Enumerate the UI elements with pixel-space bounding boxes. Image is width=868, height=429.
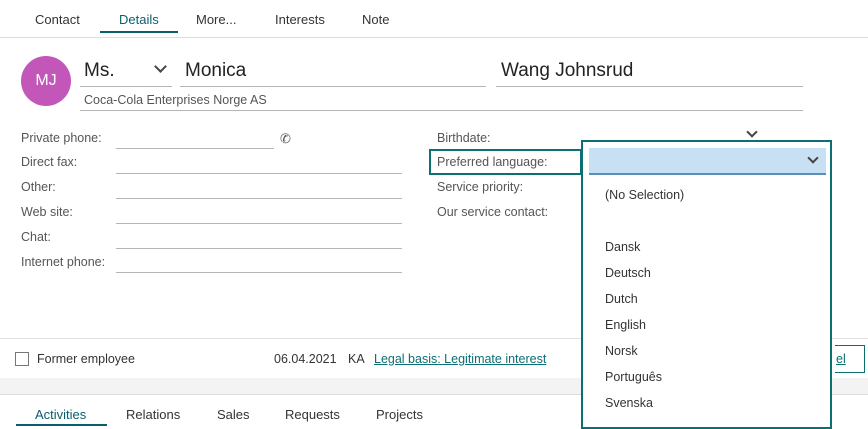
company-underline bbox=[80, 110, 803, 111]
option-dutch[interactable]: Dutch bbox=[605, 292, 638, 306]
salutation-select[interactable]: Ms. bbox=[84, 60, 115, 82]
option-svenska[interactable]: Svenska bbox=[605, 396, 653, 410]
chevron-down-icon[interactable] bbox=[807, 152, 819, 164]
active-bottom-tab-indicator bbox=[16, 424, 107, 426]
tab-relations[interactable]: Relations bbox=[126, 407, 180, 422]
company-link[interactable]: Coca-Cola Enterprises Norge AS bbox=[84, 93, 267, 107]
tab-requests[interactable]: Requests bbox=[285, 407, 340, 422]
web-site-field[interactable] bbox=[116, 223, 402, 224]
other-field[interactable] bbox=[116, 198, 402, 199]
option-deutsch[interactable]: Deutsch bbox=[605, 266, 651, 280]
top-tab-bar: Contact Details More... Interests Note bbox=[0, 0, 868, 38]
option-norsk[interactable]: Norsk bbox=[605, 344, 638, 358]
tab-projects[interactable]: Projects bbox=[376, 407, 423, 422]
our-service-contact-label: Our service contact: bbox=[437, 205, 549, 219]
option-no-selection[interactable]: (No Selection) bbox=[605, 188, 684, 202]
direct-fax-field[interactable] bbox=[116, 173, 402, 174]
option-english[interactable]: English bbox=[605, 318, 646, 332]
tab-sales[interactable]: Sales bbox=[217, 407, 250, 422]
other-label: Other: bbox=[21, 180, 56, 194]
first-name-field[interactable]: Monica bbox=[185, 60, 246, 82]
cancel-button-label: el bbox=[836, 352, 846, 366]
private-phone-field[interactable] bbox=[116, 148, 274, 149]
tab-interests[interactable]: Interests bbox=[275, 12, 325, 27]
salutation-underline bbox=[80, 86, 172, 87]
preferred-language-dropdown: (No Selection) Dansk Deutsch Dutch Engli… bbox=[581, 140, 832, 429]
tab-details[interactable]: Details bbox=[119, 12, 159, 27]
former-employee-label: Former employee bbox=[37, 352, 135, 366]
phone-icon[interactable]: ✆ bbox=[280, 131, 291, 147]
former-employee-checkbox[interactable] bbox=[15, 352, 29, 366]
preferred-language-label: Preferred language: bbox=[437, 155, 548, 169]
direct-fax-label: Direct fax: bbox=[21, 155, 78, 169]
active-tab-indicator bbox=[100, 31, 178, 33]
option-dansk[interactable]: Dansk bbox=[605, 240, 640, 254]
last-name-underline bbox=[496, 86, 803, 87]
internet-phone-field[interactable] bbox=[116, 272, 402, 273]
internet-phone-label: Internet phone: bbox=[21, 255, 106, 269]
service-priority-label: Service priority: bbox=[437, 180, 524, 194]
option-portugues[interactable]: Português bbox=[605, 370, 662, 384]
web-site-label: Web site: bbox=[21, 205, 73, 219]
first-name-underline bbox=[180, 86, 486, 87]
tab-activities[interactable]: Activities bbox=[35, 407, 86, 422]
preferred-language-select[interactable] bbox=[589, 148, 826, 175]
tab-contact[interactable]: Contact bbox=[35, 12, 80, 27]
legal-basis-link[interactable]: Legal basis: Legitimate interest bbox=[374, 352, 546, 366]
updated-date: 06.04.2021 bbox=[274, 352, 337, 366]
avatar: MJ bbox=[21, 56, 71, 106]
tab-more[interactable]: More... bbox=[196, 12, 236, 27]
last-name-field[interactable]: Wang Johnsrud bbox=[501, 60, 633, 82]
updated-by-initials: KA bbox=[348, 352, 365, 366]
birthdate-label: Birthdate: bbox=[437, 131, 491, 145]
private-phone-label: Private phone: bbox=[21, 131, 102, 145]
chat-field[interactable] bbox=[116, 248, 402, 249]
chat-label: Chat: bbox=[21, 230, 51, 244]
tab-note[interactable]: Note bbox=[362, 12, 389, 27]
